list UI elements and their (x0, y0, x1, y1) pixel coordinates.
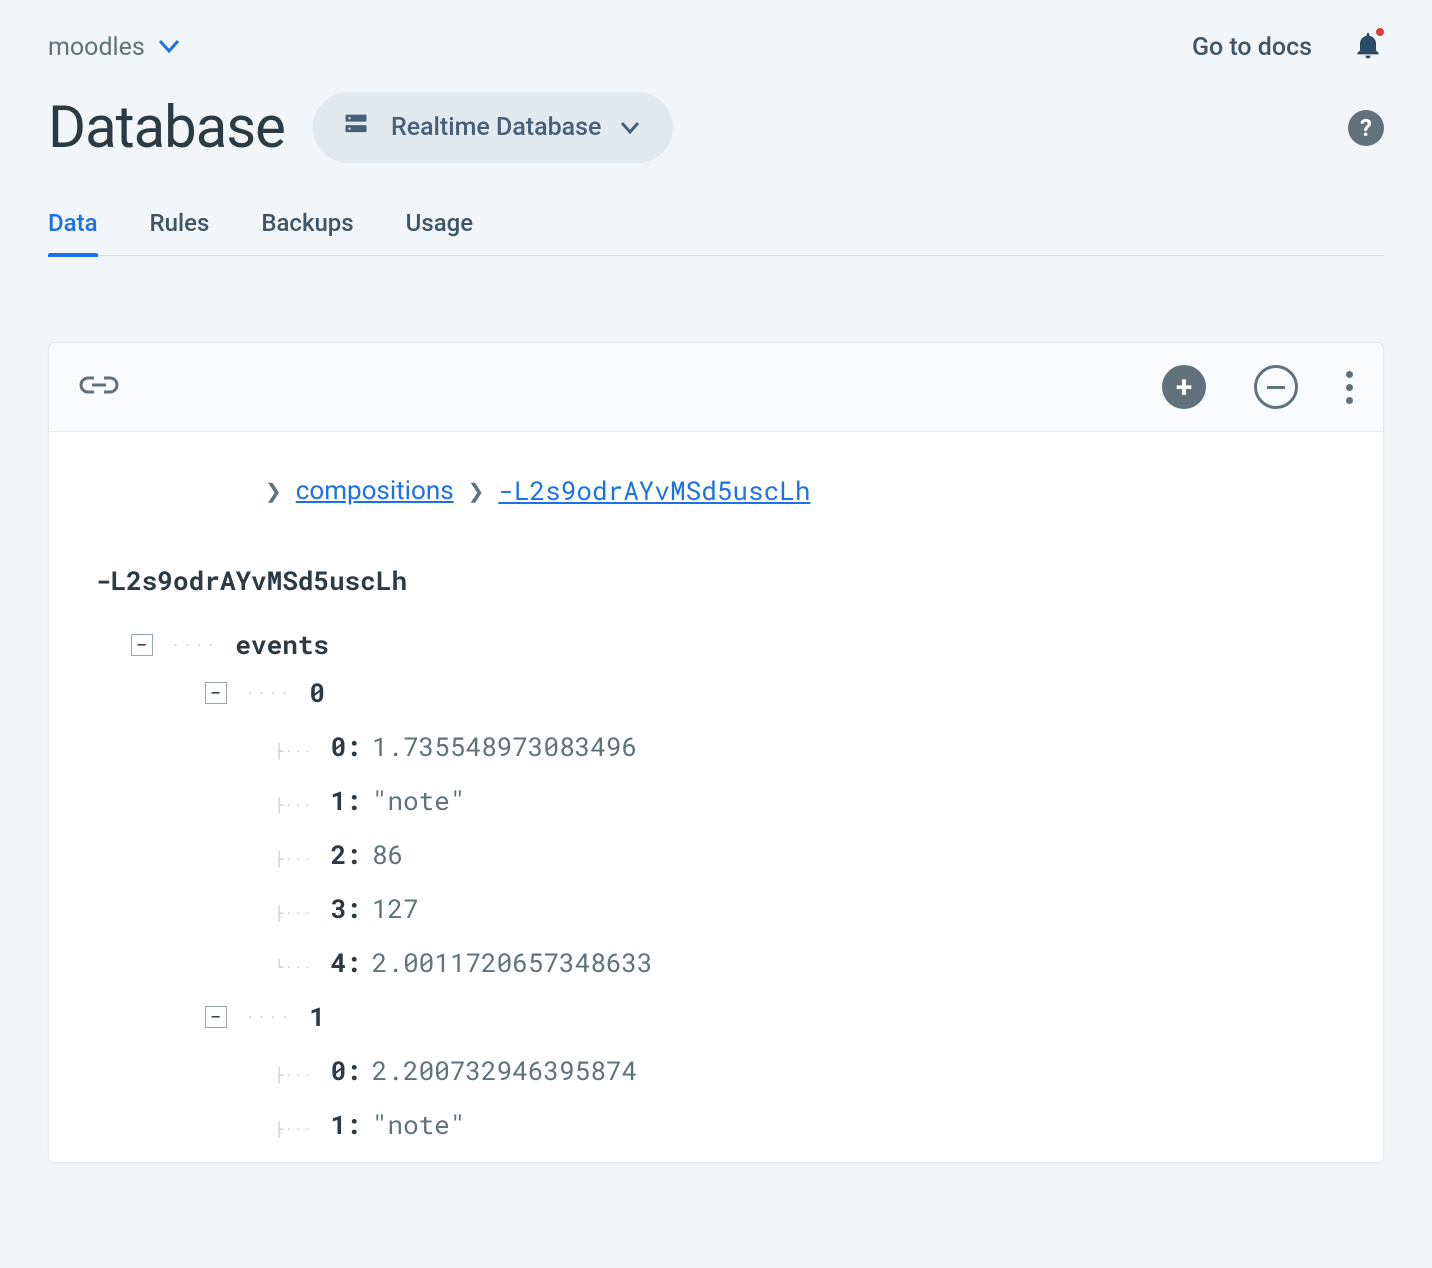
tree-leaf-group: ├··· 0: 1.735548973083496 ├··· 1: "note"… (275, 730, 1337, 980)
tree-leaf[interactable]: ├··· 0: 2.200732946395874 (275, 1054, 1337, 1088)
notification-dot-icon (1374, 26, 1386, 38)
tree-value: "note" (372, 1108, 466, 1142)
remove-button[interactable] (1254, 365, 1298, 409)
tree-connector-icon: ├··· (275, 1119, 313, 1138)
tree-connector-icon: ···· (245, 1007, 291, 1028)
chevron-right-icon: ❯ (265, 479, 282, 503)
collapse-toggle-icon[interactable]: − (131, 634, 153, 656)
stack-icon (341, 110, 371, 145)
project-selector[interactable]: moodles (48, 33, 179, 62)
tree-value: 127 (372, 892, 419, 926)
chevron-right-icon: ❯ (468, 479, 485, 503)
tree-key: 4: (331, 946, 362, 980)
data-card: + ❯ compositions ❯ -L2s9odrAYvMSd5uscLh … (48, 342, 1384, 1163)
collapse-toggle-icon[interactable]: − (205, 1006, 227, 1028)
tree-connector-icon: ├··· (275, 741, 313, 760)
tree-leaf-group: ├··· 0: 2.200732946395874 ├··· 1: "note" (275, 1054, 1337, 1142)
chevron-down-icon (621, 122, 639, 134)
help-icon[interactable]: ? (1348, 110, 1384, 146)
tree-key: 1: (331, 784, 362, 818)
chevron-down-icon (159, 40, 179, 54)
database-type-selector[interactable]: Realtime Database (313, 92, 673, 163)
link-icon[interactable] (79, 374, 119, 400)
tree-key: 1: (331, 1108, 362, 1142)
page-title: Database (48, 94, 285, 162)
tab-usage[interactable]: Usage (406, 209, 473, 255)
tree-key: 3: (331, 892, 362, 926)
tree-leaf[interactable]: ├··· 1: "note" (275, 1108, 1337, 1142)
tree-connector-icon: ···· (171, 635, 217, 656)
tree-key: 1 (309, 1000, 325, 1034)
collapse-toggle-icon[interactable]: − (205, 682, 227, 704)
docs-link[interactable]: Go to docs (1192, 33, 1312, 62)
tree-key: 0 (309, 676, 325, 710)
data-tree: -L2s9odrAYvMSd5uscLh − ···· events − ···… (95, 564, 1337, 1142)
tree-connector-icon: └··· (275, 957, 313, 976)
tree-node-0[interactable]: − ···· 0 (205, 676, 1337, 710)
tree-connector-icon: ├··· (275, 1065, 313, 1084)
tree-node-events[interactable]: − ···· events (131, 628, 1337, 662)
tree-value: "note" (372, 784, 466, 818)
tab-backups[interactable]: Backups (261, 209, 353, 255)
tree-key: 0: (331, 1054, 362, 1088)
notifications-bell-icon[interactable] (1352, 28, 1384, 66)
breadcrumb: ❯ compositions ❯ -L2s9odrAYvMSd5uscLh (265, 474, 1337, 508)
tree-key: 2: (331, 838, 362, 872)
database-type-label: Realtime Database (391, 113, 601, 142)
breadcrumb-parent[interactable]: compositions (296, 476, 454, 506)
tab-rules[interactable]: Rules (150, 209, 210, 255)
tree-value: 86 (372, 838, 403, 872)
tree-connector-icon: ├··· (275, 795, 313, 814)
tree-leaf[interactable]: ├··· 0: 1.735548973083496 (275, 730, 1337, 764)
tree-key: events (235, 628, 329, 662)
tree-value: 2.200732946395874 (372, 1054, 637, 1088)
tree-key: 0: (331, 730, 362, 764)
project-name: moodles (48, 33, 145, 62)
more-menu-icon[interactable] (1346, 371, 1353, 404)
card-toolbar: + (49, 343, 1383, 432)
tree-connector-icon: ···· (245, 683, 291, 704)
breadcrumb-current[interactable]: -L2s9odrAYvMSd5uscLh (498, 474, 810, 508)
tree-leaf[interactable]: ├··· 3: 127 (275, 892, 1337, 926)
tree-leaf[interactable]: ├··· 2: 86 (275, 838, 1337, 872)
tree-node-1[interactable]: − ···· 1 (205, 1000, 1337, 1034)
tree-connector-icon: ├··· (275, 903, 313, 922)
tree-leaf[interactable]: └··· 4: 2.0011720657348633 (275, 946, 1337, 980)
tree-value: 1.735548973083496 (372, 730, 637, 764)
tree-value: 2.0011720657348633 (372, 946, 653, 980)
add-button[interactable]: + (1162, 365, 1206, 409)
tabs: Data Rules Backups Usage (48, 209, 1384, 256)
tree-connector-icon: ├··· (275, 849, 313, 868)
tree-root-key[interactable]: -L2s9odrAYvMSd5uscLh (95, 564, 1337, 598)
tree-leaf[interactable]: ├··· 1: "note" (275, 784, 1337, 818)
tab-data[interactable]: Data (48, 209, 98, 255)
